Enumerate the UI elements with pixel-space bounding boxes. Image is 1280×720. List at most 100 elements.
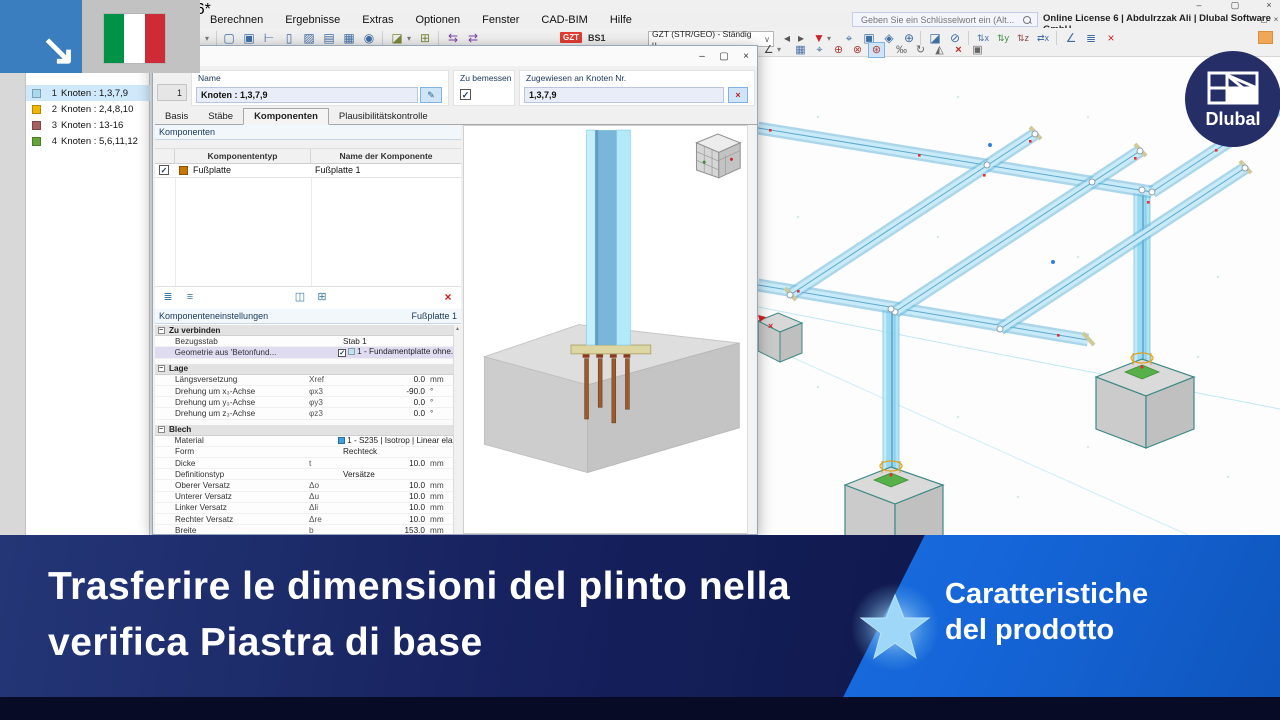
camera-icon[interactable]: ▣ <box>969 42 986 58</box>
rotate-c-icon[interactable]: ⊛ <box>868 42 885 58</box>
app-minimize-button[interactable]: – <box>1186 0 1212 11</box>
assigned-nodes-input[interactable]: 1,3,7,9 <box>524 87 724 103</box>
settings-row[interactable]: Dicke t 10.0 mm <box>155 458 453 470</box>
collapse-icon[interactable]: − <box>157 426 165 434</box>
search-input[interactable] <box>859 13 1019 26</box>
import-icon[interactable]: ◫ <box>291 289 309 305</box>
settings-row[interactable]: Definitionstyp Versätze <box>155 469 453 481</box>
mirror-icon[interactable]: ◭ <box>931 42 948 58</box>
geometry-checkbox[interactable]: ✓ <box>338 349 347 358</box>
case-number-field[interactable]: 1 <box>157 84 187 101</box>
settings-row[interactable]: Drehung um z₃-Achse φz3 0.0 ° <box>155 408 453 420</box>
settings-row[interactable]: Rechter Versatz Δre 10.0 mm <box>155 514 453 526</box>
preview-scrollbar[interactable] <box>747 125 755 534</box>
dlubal-logo-text: Dlubal <box>1205 109 1260 129</box>
arrow-down-right-icon: ↘ <box>40 26 76 73</box>
component-row[interactable]: ✓ Fußplatte Fußplatte 1 <box>155 164 461 178</box>
dialog-close-button[interactable]: × <box>737 50 755 63</box>
work-plane-icon[interactable]: ⌖ <box>811 42 828 58</box>
menu-berechnen[interactable]: Berechnen <box>210 14 263 26</box>
settings-tree: − Zu verbinden Bezugsstab Stab 1 Geometr… <box>155 325 461 534</box>
component-preview[interactable] <box>463 125 749 534</box>
design-checkbox[interactable]: ✓ <box>460 89 471 100</box>
select-nodes-button[interactable]: × <box>728 87 748 103</box>
axis-z-icon[interactable]: ⇅z <box>1014 30 1032 47</box>
settings-row-geometry[interactable]: Geometrie aus 'Betonfund... ✓ 1 - Fundame… <box>155 347 453 359</box>
assigned-group: Zugewiesen an Knoten Nr. 1,3,7,9 × <box>519 70 755 106</box>
settings-row[interactable]: Linker Versatz Δli 10.0 mm <box>155 502 453 514</box>
delete-all-icon[interactable]: × <box>1102 30 1120 47</box>
dialog-maximize-button[interactable]: ▢ <box>715 50 733 63</box>
child-restore-button[interactable]: ▢ <box>1259 15 1269 25</box>
settings-scrollbar[interactable]: ▴ <box>453 325 461 534</box>
nav-item-knoten-2[interactable]: 2 Knoten : 2,4,8,10 <box>26 101 150 117</box>
tab-basis[interactable]: Basis <box>155 109 198 124</box>
settings-row[interactable]: Unterer Versatz Δu 10.0 mm <box>155 491 453 503</box>
banner-badge-line1: Caratteristiche <box>945 578 1149 610</box>
permille-icon[interactable]: ‰ <box>893 42 910 58</box>
keyword-search[interactable] <box>852 12 1038 27</box>
base-plate-dialog: – ▢ × 1 Name Knoten : 1,3,7,9 ✎ Zu bemes… <box>152 45 758 535</box>
collapse-icon[interactable]: − <box>157 365 165 373</box>
scroll-up-icon[interactable]: ▴ <box>456 326 459 332</box>
nav-item-knoten-3[interactable]: 3 Knoten : 13-16 <box>26 117 150 133</box>
settings-row[interactable]: Oberer Versatz Δo 10.0 mm <box>155 480 453 492</box>
menu-cad-bim[interactable]: CAD-BIM <box>541 14 587 26</box>
child-close-button[interactable]: × <box>1271 15 1280 25</box>
col-name-der-komponente: Name der Komponente <box>339 151 433 161</box>
axis-y-icon[interactable]: ⇅y <box>994 30 1012 47</box>
rotate-a-icon[interactable]: ⊕ <box>830 42 847 58</box>
settings-row[interactable]: Bezugsstab Stab 1 <box>155 336 453 348</box>
nav-item-knoten-4[interactable]: 4 Knoten : 5,6,11,12 <box>26 133 150 149</box>
tab-staebe[interactable]: Stäbe <box>198 109 243 124</box>
settings-row[interactable]: Drehung um x₃-Achse φx3 -90.0 ° <box>155 385 453 398</box>
menu-ergebnisse[interactable]: Ergebnisse <box>285 14 340 26</box>
menubar: Berechnen Ergebnisse Extras Optionen Fen… <box>210 12 632 28</box>
nav-item-label: Knoten : 2,4,8,10 <box>61 103 134 115</box>
collapse-icon[interactable]: − <box>157 326 165 334</box>
delete-icon[interactable]: × <box>439 289 457 305</box>
layers-icon[interactable]: ≣ <box>1082 30 1100 47</box>
orbit-icon[interactable]: ↻ <box>912 42 929 58</box>
color-box-icon[interactable] <box>1258 31 1273 44</box>
menu-fenster[interactable]: Fenster <box>482 14 519 26</box>
angle-dropdown-icon[interactable]: ▾ <box>774 42 784 58</box>
search-icon[interactable] <box>1021 14 1033 26</box>
settings-row[interactable]: Breite b 153.0 mm <box>155 525 453 534</box>
measure-icon[interactable]: ∠ <box>1062 30 1080 47</box>
settings-row[interactable]: Drehung um y₃-Achse φy3 0.0 ° <box>155 397 453 409</box>
add-row-icon[interactable]: ≣ <box>159 289 177 305</box>
library-icon[interactable]: ⊞ <box>313 289 331 305</box>
remove-row-icon[interactable]: ≡ <box>181 289 199 305</box>
group-blech[interactable]: − Blech <box>155 424 453 436</box>
child-minimize-button[interactable]: – <box>1247 15 1257 25</box>
menu-hilfe[interactable]: Hilfe <box>610 14 632 26</box>
dialog-minimize-button[interactable]: – <box>693 50 711 63</box>
grid-icon[interactable]: ▦ <box>792 42 809 58</box>
group-lage[interactable]: − Lage <box>155 363 453 375</box>
menu-optionen[interactable]: Optionen <box>415 14 460 26</box>
rotate-b-icon[interactable]: ⊗ <box>849 42 866 58</box>
load-case-label: BS1 <box>588 33 606 43</box>
cancel-icon[interactable]: × <box>950 42 967 58</box>
tab-plausibilitaetskontrolle[interactable]: Plausibilitätskontrolle <box>329 109 438 124</box>
dialog-titlebar[interactable] <box>153 46 757 66</box>
component-checkbox[interactable]: ✓ <box>159 165 169 175</box>
components-pane: Komponenten Komponententyp Name der Komp… <box>155 125 461 534</box>
tab-komponenten[interactable]: Komponenten <box>243 108 329 125</box>
foundation-block <box>843 460 945 560</box>
color-swatch <box>32 136 41 146</box>
edit-name-button[interactable]: ✎ <box>420 87 442 103</box>
nav-item-knoten-1[interactable]: 1 Knoten : 1,3,7,9 <box>26 85 150 101</box>
settings-row[interactable]: Längsversetzung Xref 0.0 mm <box>155 374 453 386</box>
menu-extras[interactable]: Extras <box>362 14 393 26</box>
dlubal-logo: Dlubal <box>1185 51 1280 147</box>
group-zu-verbinden[interactable]: − Zu verbinden <box>155 325 453 337</box>
app-close-button[interactable]: × <box>1256 0 1280 11</box>
axis-x2-icon[interactable]: ⇄x <box>1034 30 1052 47</box>
app-restore-button[interactable]: ▢ <box>1222 0 1248 11</box>
settings-row[interactable]: Form Rechteck <box>155 446 453 459</box>
component-name: Fußplatte 1 <box>315 165 361 175</box>
settings-row-material[interactable]: Material 1 - S235 | Isotrop | Linear ela… <box>155 435 453 447</box>
name-input[interactable]: Knoten : 1,3,7,9 <box>196 87 418 103</box>
